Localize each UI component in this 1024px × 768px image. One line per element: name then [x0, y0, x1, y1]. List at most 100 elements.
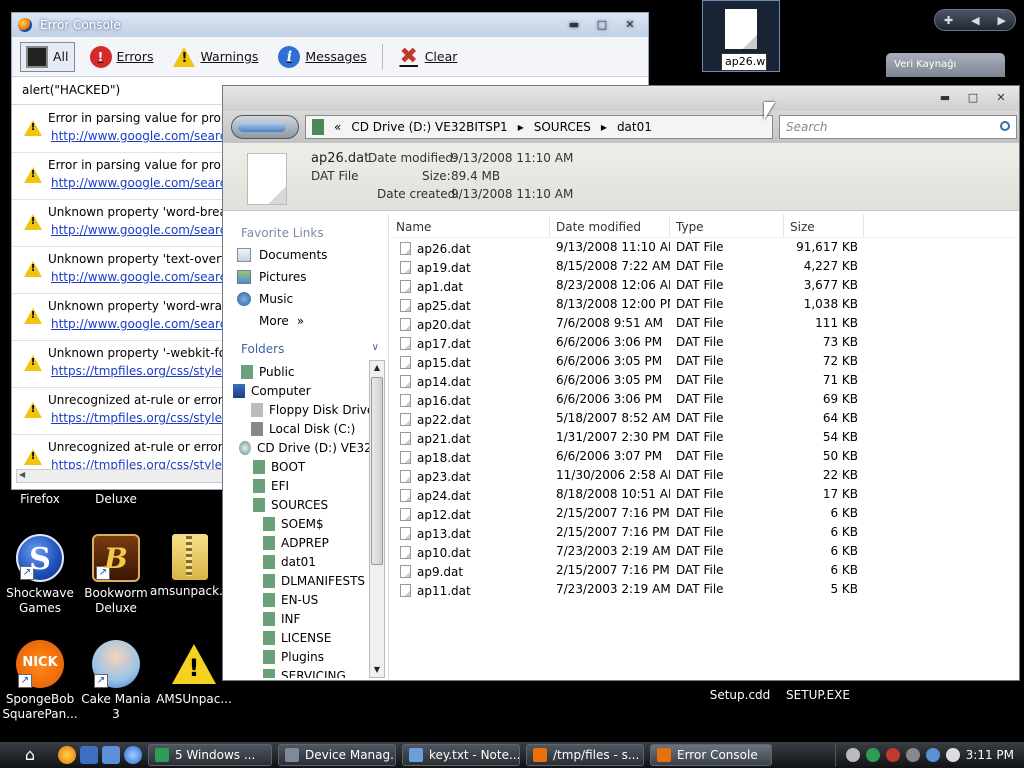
- folder-tree-item[interactable]: ADPREP: [223, 533, 373, 552]
- close-button[interactable]: ✕: [618, 17, 642, 33]
- search-icon[interactable]: [1000, 121, 1010, 131]
- switch-windows-icon[interactable]: [102, 746, 120, 764]
- maximize-button[interactable]: □: [961, 90, 985, 106]
- tray-icon[interactable]: [885, 748, 900, 762]
- tray-icon[interactable]: [905, 748, 920, 762]
- folder-tree-item[interactable]: EFI: [223, 476, 373, 495]
- volume-muted-icon[interactable]: [945, 748, 960, 762]
- firefox-icon[interactable]: [58, 746, 76, 764]
- filter-warnings-button[interactable]: Warnings: [168, 43, 263, 71]
- next-icon[interactable]: ▶: [998, 14, 1006, 27]
- taskbar-button[interactable]: Device Manag...: [278, 744, 396, 766]
- tray-icon[interactable]: [865, 748, 880, 762]
- folder-tree-item[interactable]: BOOT: [223, 457, 373, 476]
- desktop-icon-setup-exe[interactable]: SETUP.EXE: [778, 688, 858, 703]
- scroll-up-icon[interactable]: ▲: [370, 361, 384, 375]
- table-row[interactable]: ap19.dat 8/15/2008 7:22 AM DAT File 4,227 K…: [390, 257, 1019, 276]
- taskbar-button[interactable]: /tmp/files - s...: [526, 744, 644, 766]
- search-input[interactable]: Search: [779, 115, 1017, 139]
- favorite-music[interactable]: Music: [223, 288, 388, 310]
- desktop-icon-cake-mania[interactable]: ↗ Cake Mania 3: [76, 640, 156, 722]
- folders-heading[interactable]: Folders ∨: [223, 338, 383, 360]
- desktop-icon-bookworm-deluxe[interactable]: ↗ Bookworm Deluxe: [76, 534, 156, 616]
- gadget-controls[interactable]: ✚ ◀ ▶: [934, 9, 1016, 31]
- folder-tree-item[interactable]: CD Drive (D:) VE32: [223, 438, 373, 457]
- table-row[interactable]: ap14.dat 6/6/2006 3:05 PM DAT File 71 KB: [390, 371, 1019, 390]
- table-row[interactable]: ap26.dat 9/13/2008 11:10 AM DAT File 91,617…: [390, 238, 1019, 257]
- add-gadget-icon[interactable]: ✚: [944, 14, 953, 27]
- breadcrumb-item[interactable]: CD Drive (D:) VE32BITSP1: [351, 120, 507, 134]
- address-bar[interactable]: « CD Drive (D:) VE32BITSP1 ▸ SOURCES ▸ d…: [305, 115, 773, 139]
- folder-tree-item[interactable]: INF: [223, 609, 373, 628]
- table-row[interactable]: ap24.dat 8/18/2008 10:51 AM DAT File 17 KB: [390, 485, 1019, 504]
- taskbar-button[interactable]: Error Console: [650, 744, 772, 766]
- rename-input[interactable]: ap26.w: [721, 53, 767, 71]
- table-row[interactable]: ap20.dat 7/6/2008 9:51 AM DAT File 111 KB: [390, 314, 1019, 333]
- chevron-right-icon[interactable]: ▸: [518, 120, 524, 134]
- folder-tree-item[interactable]: Plugins: [223, 647, 373, 666]
- table-row[interactable]: ap17.dat 6/6/2006 3:06 PM DAT File 73 KB: [390, 333, 1019, 352]
- tray-icon[interactable]: [845, 748, 860, 762]
- column-header-size[interactable]: Size: [784, 214, 864, 237]
- desktop-file-rename[interactable]: ap26.w: [702, 0, 780, 72]
- table-row[interactable]: ap10.dat 7/23/2003 2:19 AM DAT File 6 KB: [390, 542, 1019, 561]
- chevron-right-icon[interactable]: ▸: [601, 120, 607, 134]
- folder-tree-item[interactable]: SOURCES: [223, 495, 373, 514]
- table-row[interactable]: ap13.dat 2/15/2007 7:16 PM DAT File 6 KB: [390, 523, 1019, 542]
- filter-messages-button[interactable]: i Messages: [273, 43, 371, 71]
- folder-tree-item[interactable]: LICENSE: [223, 628, 373, 647]
- breadcrumb-item[interactable]: SOURCES: [534, 120, 591, 134]
- favorite-more[interactable]: More »: [223, 310, 388, 332]
- explorer-window[interactable]: ▬ □ ✕ « CD Drive (D:) VE32BITSP1 ▸ SOURC…: [222, 85, 1020, 681]
- console-titlebar[interactable]: Error Console ▬ □ ✕: [12, 13, 648, 37]
- taskbar-button[interactable]: key.txt - Note...: [402, 744, 520, 766]
- minimize-button[interactable]: ▬: [562, 17, 586, 33]
- folder-tree-item[interactable]: dat01: [223, 552, 373, 571]
- folder-tree-item[interactable]: Computer: [223, 381, 373, 400]
- table-row[interactable]: ap25.dat 8/13/2008 12:00 PM DAT File 1,038 …: [390, 295, 1019, 314]
- back-forward-buttons[interactable]: [231, 115, 299, 139]
- scroll-down-icon[interactable]: ▼: [370, 663, 384, 677]
- network-icon[interactable]: [925, 748, 940, 762]
- filter-errors-button[interactable]: ! Errors: [85, 43, 159, 71]
- column-header-name[interactable]: Name: [390, 214, 550, 237]
- folder-tree-item[interactable]: SOEM$: [223, 514, 373, 533]
- table-row[interactable]: ap22.dat 5/18/2007 8:52 AM DAT File 64 KB: [390, 409, 1019, 428]
- minimize-button[interactable]: ▬: [933, 90, 957, 106]
- table-row[interactable]: ap11.dat 7/23/2003 2:19 AM DAT File 5 KB: [390, 580, 1019, 599]
- desktop-icon-deluxe[interactable]: Deluxe: [76, 492, 156, 507]
- table-row[interactable]: ap1.dat 8/23/2008 12:06 AM DAT File 3,677 K…: [390, 276, 1019, 295]
- folder-tree-scrollbar[interactable]: ▲ ▼: [369, 360, 385, 678]
- folder-tree-item[interactable]: Floppy Disk Drive (: [223, 400, 373, 419]
- maximize-button[interactable]: □: [590, 17, 614, 33]
- table-row[interactable]: ap9.dat 2/15/2007 7:16 PM DAT File 6 KB: [390, 561, 1019, 580]
- folder-tree-item[interactable]: Local Disk (C:): [223, 419, 373, 438]
- taskbar-button[interactable]: 5 Windows ...: [148, 744, 272, 766]
- start-button[interactable]: ⌂: [16, 743, 44, 767]
- table-row[interactable]: ap12.dat 2/15/2007 7:16 PM DAT File 6 KB: [390, 504, 1019, 523]
- desktop-icon-amsunpack-zip[interactable]: amsunpack...: [150, 534, 230, 599]
- chevron-down-icon[interactable]: ∨: [372, 342, 379, 353]
- show-desktop-icon[interactable]: [80, 746, 98, 764]
- folder-tree-item[interactable]: SERVICING: [223, 666, 373, 678]
- column-header-type[interactable]: Type: [670, 214, 784, 237]
- filter-all-button[interactable]: All: [20, 41, 75, 72]
- breadcrumb-item[interactable]: dat01: [617, 120, 652, 134]
- clock[interactable]: 3:11 PM: [966, 748, 1014, 762]
- desktop-icon-firefox[interactable]: Firefox: [0, 492, 80, 507]
- previous-icon[interactable]: ◀: [971, 14, 979, 27]
- desktop-icon-setup-cdd[interactable]: Setup.cdd: [700, 688, 780, 703]
- folder-tree-item[interactable]: EN-US: [223, 590, 373, 609]
- favorite-documents[interactable]: Documents: [223, 244, 388, 266]
- folder-tree-item[interactable]: DLMANIFESTS: [223, 571, 373, 590]
- favorite-pictures[interactable]: Pictures: [223, 266, 388, 288]
- clear-button[interactable]: ✖ Clear: [393, 43, 463, 71]
- table-row[interactable]: ap16.dat 6/6/2006 3:06 PM DAT File 69 KB: [390, 390, 1019, 409]
- internet-explorer-icon[interactable]: [124, 746, 142, 764]
- desktop-icon-spongebob[interactable]: ↗ SpongeBob SquarePan...: [0, 640, 80, 722]
- desktop-icon-shockwave-games[interactable]: ↗ Shockwave Games: [0, 534, 80, 616]
- close-button[interactable]: ✕: [989, 90, 1013, 106]
- table-row[interactable]: ap21.dat 1/31/2007 2:30 PM DAT File 54 KB: [390, 428, 1019, 447]
- table-row[interactable]: ap15.dat 6/6/2006 3:05 PM DAT File 72 KB: [390, 352, 1019, 371]
- scroll-thumb[interactable]: [371, 377, 383, 565]
